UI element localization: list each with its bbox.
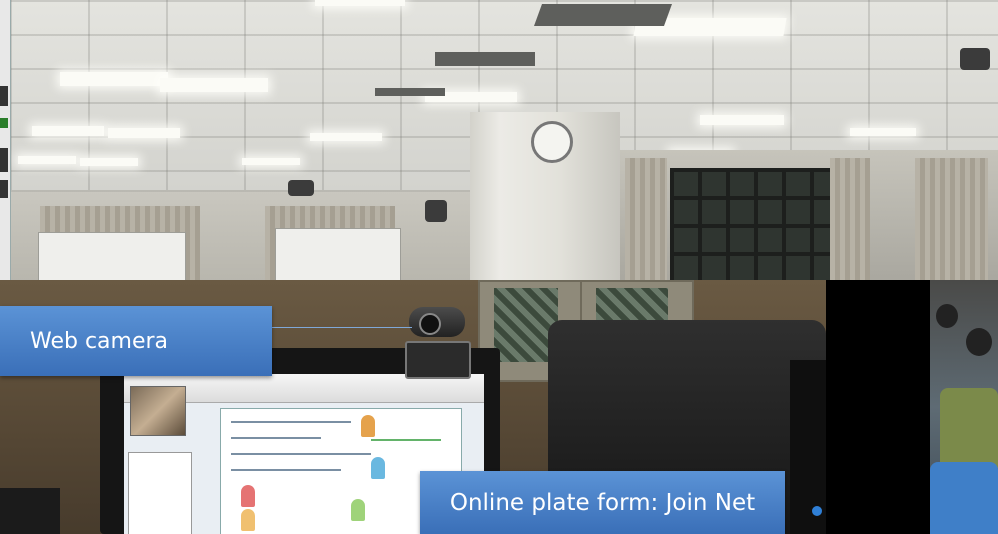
webcam — [405, 307, 471, 379]
platform-callout-label: Online plate form: Join Net — [449, 489, 756, 516]
wall-clock — [531, 121, 573, 163]
students-photo — [930, 280, 998, 534]
cropped-window-edge — [0, 0, 11, 282]
curtain — [625, 158, 667, 282]
platform-callout: Online plate form: Join Net — [420, 471, 785, 534]
ceiling-light — [160, 78, 268, 92]
doc-line — [231, 469, 341, 471]
webcam-callout-label: Web camera — [30, 328, 169, 354]
curtain — [915, 158, 988, 282]
doc-figure — [351, 499, 365, 521]
strip-mark — [0, 180, 8, 198]
callout-leader-line — [272, 327, 412, 328]
ceiling-light — [32, 126, 104, 136]
ceiling-light — [18, 156, 76, 164]
student-head — [966, 328, 992, 356]
window-grille — [670, 168, 830, 282]
screen-video-feed — [130, 386, 186, 436]
projector — [288, 180, 314, 196]
student-body — [940, 388, 998, 468]
doc-line — [231, 453, 371, 455]
ceiling-light — [315, 0, 405, 6]
ceiling-vent — [533, 4, 673, 26]
ceiling-vent — [435, 52, 535, 66]
doc-figure — [241, 485, 255, 507]
ceiling-light — [700, 115, 784, 125]
curtain — [830, 158, 870, 282]
doc-figure — [361, 415, 375, 437]
doc-line — [231, 421, 351, 423]
webcam-callout: Web camera — [0, 306, 272, 376]
projector — [425, 200, 447, 222]
doc-figure — [371, 457, 385, 479]
black-gap — [826, 280, 930, 534]
ceiling-light — [850, 128, 916, 136]
doc-line — [231, 437, 321, 439]
ceiling-vent — [375, 88, 445, 96]
ceiling-light — [80, 158, 138, 166]
side-tower — [0, 488, 60, 534]
webcam-lens — [419, 313, 441, 335]
strip-mark — [0, 86, 8, 106]
classroom-photo — [10, 0, 998, 282]
strip-mark — [0, 148, 8, 172]
ceiling-light — [242, 158, 300, 165]
power-led — [812, 506, 822, 516]
projector — [960, 48, 990, 70]
whiteboard — [38, 232, 186, 282]
monitor-blue — [930, 462, 998, 534]
whiteboard — [275, 228, 401, 282]
webcam-head — [409, 307, 465, 337]
webcam-clip — [405, 341, 471, 379]
strip-mark — [0, 118, 8, 128]
student-head — [936, 304, 958, 328]
screen-side-panel — [128, 452, 192, 534]
ceiling-light — [108, 128, 180, 138]
doc-figure — [241, 509, 255, 531]
doc-line — [371, 439, 441, 441]
ceiling-light — [60, 72, 168, 86]
ceiling-light — [310, 133, 382, 141]
